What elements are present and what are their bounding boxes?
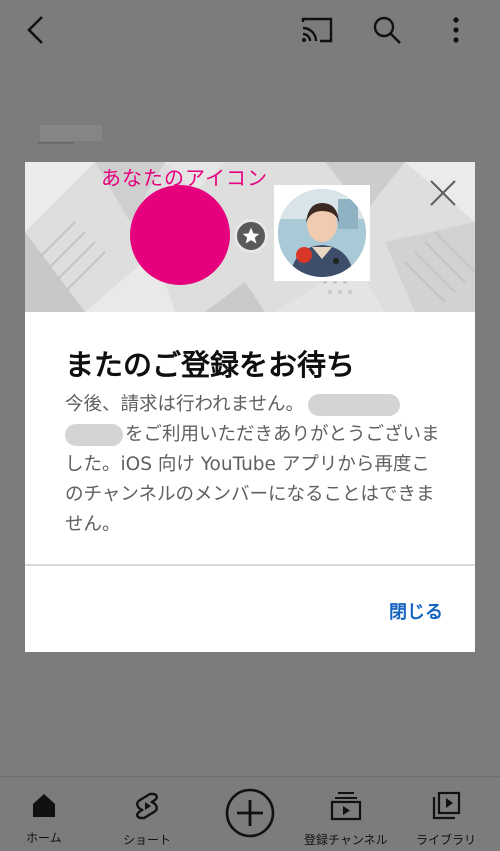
star-icon (234, 219, 268, 253)
back-icon[interactable] (18, 12, 54, 48)
nav-home-label: ホーム (26, 831, 62, 845)
more-vert-icon[interactable] (438, 12, 474, 48)
top-app-bar (0, 0, 500, 60)
background-divider (38, 142, 74, 144)
close-button[interactable]: 閉じる (389, 598, 443, 624)
subscriptions-icon (330, 791, 362, 825)
shorts-icon (133, 791, 161, 825)
nav-library-label: ライブラリ (416, 833, 477, 847)
redacted-channel-name (308, 394, 401, 416)
user-avatar (130, 185, 230, 285)
membership-ended-dialog: あなたのアイコン またのご登録をお待ち 今後、請求は行われません。 をご利用いた… (25, 162, 475, 652)
nav-home[interactable]: ホーム (26, 791, 62, 846)
redacted-channel-name-2 (65, 424, 123, 446)
background-placeholder (40, 125, 102, 141)
add-circle-icon (224, 787, 276, 843)
message-line-1: 今後、請求は行われません。 (65, 394, 305, 415)
nav-library[interactable]: ライブラリ (416, 791, 476, 848)
creator-avatar-frame (274, 185, 370, 281)
nav-create[interactable] (224, 787, 276, 843)
creator-avatar (278, 189, 366, 277)
message-line-2: をご利用いただきありがとうご (125, 424, 385, 445)
dialog-title: またのご登録をお待ち (65, 348, 356, 382)
cast-icon[interactable] (299, 12, 335, 48)
bottom-navigation: ホーム ショート 登録チャンネル ライブラリ (0, 776, 500, 851)
nav-shorts-label: ショート (123, 833, 172, 847)
library-icon (431, 791, 461, 825)
nav-subscriptions[interactable]: 登録チャンネル (304, 791, 388, 848)
dialog-message: 今後、請求は行われません。 をご利用いただきありがとうございました。iOS 向け… (65, 390, 445, 540)
search-icon[interactable] (369, 12, 405, 48)
dialog-divider (25, 564, 475, 566)
nav-subscriptions-label: 登録チャンネル (304, 833, 388, 847)
nav-shorts[interactable]: ショート (123, 791, 171, 848)
dialog-banner: あなたのアイコン (25, 162, 475, 312)
home-icon (30, 791, 58, 823)
close-icon[interactable] (426, 176, 460, 210)
